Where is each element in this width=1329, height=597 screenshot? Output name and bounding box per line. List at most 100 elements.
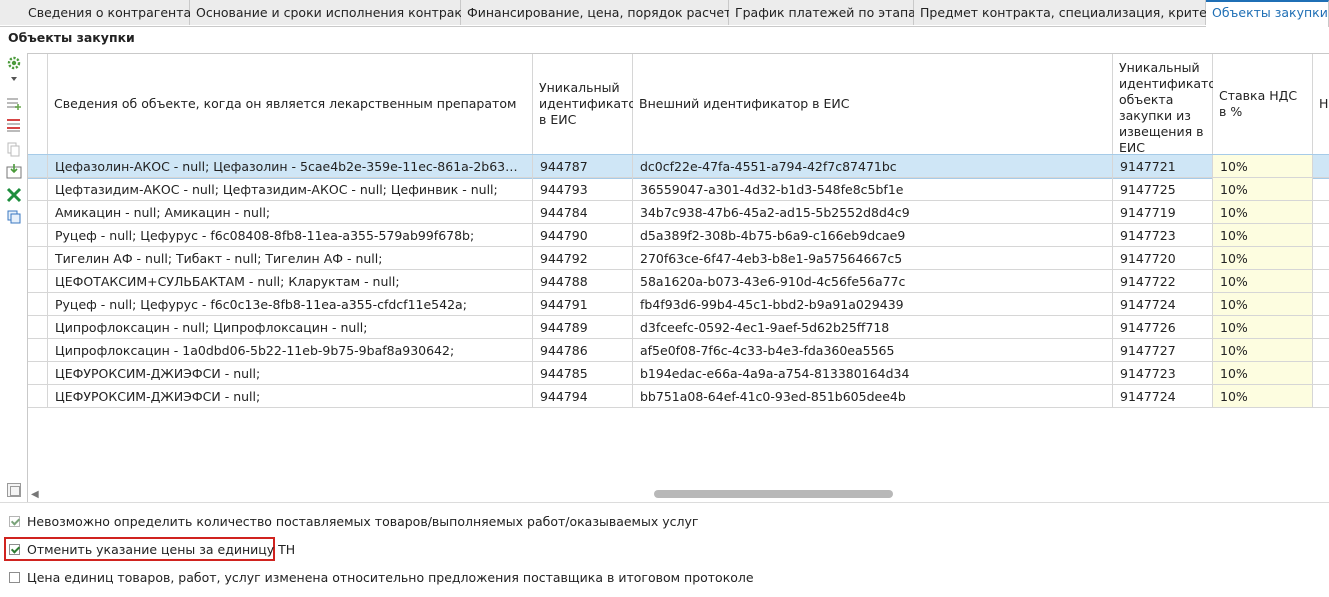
row-selector[interactable] bbox=[28, 293, 48, 316]
tab-scroll-left[interactable] bbox=[0, 0, 23, 25]
cell-drug-info[interactable]: Цефазолин-АКОС - null; Цефазолин - 5cae4… bbox=[48, 155, 533, 178]
table-row[interactable]: ЦЕФОТАКСИМ+СУЛЬБАКТАМ - null; Кларуктам … bbox=[28, 270, 1329, 293]
row-selector[interactable] bbox=[28, 362, 48, 385]
column-header-vat-rate[interactable]: Ставка НДС в % bbox=[1213, 54, 1313, 155]
cell-drug-info[interactable]: Амикацин - null; Амикацин - null; bbox=[48, 201, 533, 224]
cell-vat-rate[interactable]: 10% bbox=[1213, 247, 1313, 270]
table-row[interactable]: Руцеф - null; Цефурус - f6c0c13e-8fb8-11… bbox=[28, 293, 1329, 316]
cell-eis-id[interactable]: 944784 bbox=[533, 201, 633, 224]
grid-layout-icon[interactable] bbox=[7, 483, 21, 497]
table-row[interactable]: ЦЕФУРОКСИМ-ДЖИЭФСИ - null; 944785 b194edac… bbox=[28, 362, 1329, 385]
cell-eis-id[interactable]: 944789 bbox=[533, 316, 633, 339]
cell-notice-object-id[interactable]: 9147724 bbox=[1113, 293, 1213, 316]
cell-vat-rate[interactable]: 10% bbox=[1213, 362, 1313, 385]
cell-vat-rate[interactable]: 10% bbox=[1213, 155, 1313, 178]
column-header-eis-id[interactable]: Уникальный идентификатор в ЕИС bbox=[533, 54, 644, 155]
row-selector[interactable] bbox=[28, 224, 48, 247]
table-row[interactable]: Тигелин АФ - null; Тибакт - null; Тигели… bbox=[28, 247, 1329, 270]
cell-next[interactable] bbox=[1313, 385, 1329, 408]
row-selector[interactable] bbox=[28, 316, 48, 339]
cell-drug-info[interactable]: Ципрофлоксацин - null; Ципрофлоксацин - … bbox=[48, 316, 533, 339]
cell-eis-id[interactable]: 944787 bbox=[533, 155, 633, 178]
table-row[interactable]: ЦЕФУРОКСИМ-ДЖИЭФСИ - null; 944794 bb751a08… bbox=[28, 385, 1329, 408]
cell-eis-id[interactable]: 944786 bbox=[533, 339, 633, 362]
table-row[interactable]: Амикацин - null; Амикацин - null; 944784 3… bbox=[28, 201, 1329, 224]
table-row[interactable]: Цефазолин-АКОС - null; Цефазолин - 5cae4… bbox=[28, 154, 1329, 179]
cell-next[interactable] bbox=[1313, 201, 1329, 224]
cell-drug-info[interactable]: Цефтазидим-АКОС - null; Цефтазидим-АКОС … bbox=[48, 178, 533, 201]
cell-drug-info[interactable]: ЦЕФОТАКСИМ+СУЛЬБАКТАМ - null; Кларуктам … bbox=[48, 270, 533, 293]
cell-external-id[interactable]: bb751a08-64ef-41c0-93ed-851b605dee4b bbox=[633, 385, 1113, 408]
tab-financing[interactable]: Финансирование, цена, порядок расчетов bbox=[461, 0, 746, 25]
cell-notice-object-id[interactable]: 9147723 bbox=[1113, 224, 1213, 247]
cell-next[interactable] bbox=[1313, 178, 1329, 201]
dropdown-arrow-icon[interactable] bbox=[5, 74, 23, 84]
delete-row-icon[interactable] bbox=[5, 116, 23, 134]
settings-gear-icon[interactable] bbox=[5, 54, 23, 72]
cell-eis-id[interactable]: 944785 bbox=[533, 362, 633, 385]
cell-vat-rate[interactable]: 10% bbox=[1213, 224, 1313, 247]
cell-eis-id[interactable]: 944788 bbox=[533, 270, 633, 293]
tab-counterparties[interactable]: Сведения о контрагентах bbox=[22, 0, 199, 25]
cell-vat-rate[interactable]: 10% bbox=[1213, 270, 1313, 293]
cell-next[interactable] bbox=[1313, 224, 1329, 247]
cell-notice-object-id[interactable]: 9147725 bbox=[1113, 178, 1213, 201]
cell-notice-object-id[interactable]: 9147723 bbox=[1113, 362, 1213, 385]
tab-contract-subject[interactable]: Предмет контракта, специализация, критер… bbox=[914, 0, 1231, 25]
scroll-left-icon[interactable]: ◀ bbox=[31, 489, 39, 500]
cell-drug-info[interactable]: Ципрофлоксацин - 1a0dbd06-5b22-11eb-9b75… bbox=[48, 339, 533, 362]
table-row[interactable]: Цефтазидим-АКОС - null; Цефтазидим-АКОС … bbox=[28, 178, 1329, 201]
cell-eis-id[interactable]: 944792 bbox=[533, 247, 633, 270]
cell-notice-object-id[interactable]: 9147720 bbox=[1113, 247, 1213, 270]
row-selector[interactable] bbox=[28, 385, 48, 408]
cell-drug-info[interactable]: ЦЕФУРОКСИМ-ДЖИЭФСИ - null; bbox=[48, 362, 533, 385]
cell-notice-object-id[interactable]: 9147721 bbox=[1113, 155, 1213, 178]
cell-external-id[interactable]: b194edac-e66a-4a9a-a754-813380164d34 bbox=[633, 362, 1113, 385]
cell-eis-id[interactable]: 944793 bbox=[533, 178, 633, 201]
cell-drug-info[interactable]: Руцеф - null; Цефурус - f6c08408-8fb8-11… bbox=[48, 224, 533, 247]
cell-eis-id[interactable]: 944790 bbox=[533, 224, 633, 247]
cell-external-id[interactable]: fb4f93d6-99b4-45c1-bbd2-b9a91a029439 bbox=[633, 293, 1113, 316]
cell-drug-info[interactable]: Тигелин АФ - null; Тибакт - null; Тигели… bbox=[48, 247, 533, 270]
table-row[interactable]: Руцеф - null; Цефурус - f6c08408-8fb8-11… bbox=[28, 224, 1329, 247]
cell-next[interactable] bbox=[1313, 293, 1329, 316]
table-row[interactable]: Ципрофлоксацин - 1a0dbd06-5b22-11eb-9b75… bbox=[28, 339, 1329, 362]
tab-contract-basis[interactable]: Основание и сроки исполнения контракта bbox=[190, 0, 477, 25]
tab-purchase-objects[interactable]: Объекты закупки bbox=[1206, 0, 1329, 27]
scrollbar-thumb[interactable] bbox=[654, 490, 893, 498]
cell-next[interactable] bbox=[1313, 155, 1329, 178]
import-icon[interactable] bbox=[5, 162, 23, 180]
cell-eis-id[interactable]: 944794 bbox=[533, 385, 633, 408]
copy-row-icon[interactable] bbox=[5, 140, 23, 158]
checkbox-quantity-undetermined[interactable] bbox=[9, 516, 20, 527]
cell-external-id[interactable]: 36559047-a301-4d32-b1d3-548fe8c5bf1e bbox=[633, 178, 1113, 201]
cell-notice-object-id[interactable]: 9147726 bbox=[1113, 316, 1213, 339]
tab-payment-schedule[interactable]: График платежей по этапам bbox=[729, 0, 925, 25]
cell-external-id[interactable]: af5e0f08-7f6c-4c33-b4e3-fda360ea5565 bbox=[633, 339, 1113, 362]
cell-vat-rate[interactable]: 10% bbox=[1213, 178, 1313, 201]
table-row[interactable]: Ципрофлоксацин - null; Ципрофлоксацин - … bbox=[28, 316, 1329, 339]
cell-next[interactable] bbox=[1313, 339, 1329, 362]
duplicate-icon[interactable] bbox=[5, 208, 23, 226]
row-selector[interactable] bbox=[28, 178, 48, 201]
cell-external-id[interactable]: d5a389f2-308b-4b75-b6a9-c166eb9dcae9 bbox=[633, 224, 1113, 247]
cell-notice-object-id[interactable]: 9147722 bbox=[1113, 270, 1213, 293]
cell-next[interactable] bbox=[1313, 362, 1329, 385]
cell-drug-info[interactable]: Руцеф - null; Цефурус - f6c0c13e-8fb8-11… bbox=[48, 293, 533, 316]
cell-next[interactable] bbox=[1313, 316, 1329, 339]
cell-notice-object-id[interactable]: 9147724 bbox=[1113, 385, 1213, 408]
cell-eis-id[interactable]: 944791 bbox=[533, 293, 633, 316]
cell-drug-info[interactable]: ЦЕФУРОКСИМ-ДЖИЭФСИ - null; bbox=[48, 385, 533, 408]
row-selector[interactable] bbox=[28, 247, 48, 270]
cell-external-id[interactable]: 58a1620a-b073-43e6-910d-4c56fe56a77c bbox=[633, 270, 1113, 293]
horizontal-scrollbar[interactable]: ◀ bbox=[27, 487, 1329, 501]
cell-vat-rate[interactable]: 10% bbox=[1213, 201, 1313, 224]
cell-next[interactable] bbox=[1313, 247, 1329, 270]
cell-vat-rate[interactable]: 10% bbox=[1213, 339, 1313, 362]
column-header-drug-info[interactable]: Сведения об объекте, когда он является л… bbox=[48, 54, 533, 155]
cell-vat-rate[interactable]: 10% bbox=[1213, 316, 1313, 339]
cell-external-id[interactable]: d3fceefc-0592-4ec1-9aef-5d62b25ff718 bbox=[633, 316, 1113, 339]
row-selector[interactable] bbox=[28, 270, 48, 293]
column-header-notice-object-id[interactable]: Уникальный идентификатор объекта закупки… bbox=[1113, 54, 1224, 155]
cell-next[interactable] bbox=[1313, 270, 1329, 293]
